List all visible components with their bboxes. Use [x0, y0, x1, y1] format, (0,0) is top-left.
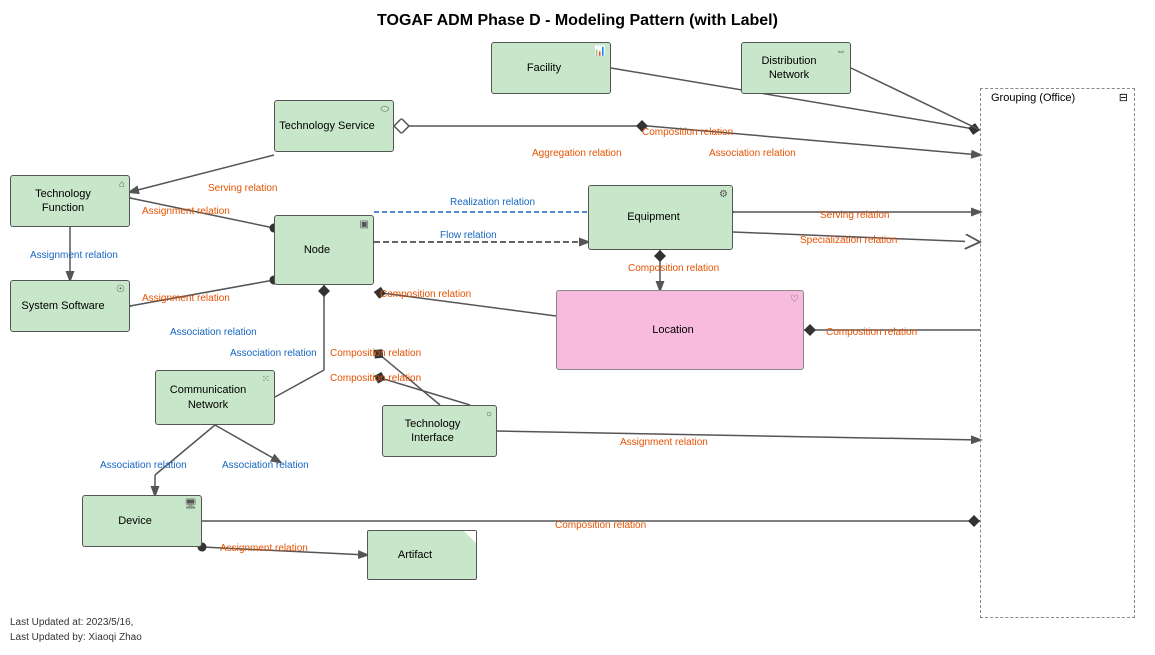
diagram-container: TOGAF ADM Phase D - Modeling Pattern (wi… — [0, 0, 1155, 655]
composition-rel-2: Composition relation — [380, 289, 471, 300]
serving-rel-2: Serving relation — [820, 210, 889, 221]
composition-rel-3: Composition relation — [628, 263, 719, 274]
technology-function-node[interactable]: Technology Function ⌂ — [10, 175, 130, 227]
association-rel-4: Association relation — [100, 460, 187, 471]
equipment-icon: ⚙ — [719, 189, 728, 200]
association-rel-3: Association relation — [230, 348, 317, 359]
assignment-rel-5: Assignment relation — [30, 250, 118, 261]
composition-rel-7: Composition relation — [555, 520, 646, 531]
equipment-node[interactable]: Equipment ⚙ — [588, 185, 733, 250]
composition-rel-4: Composition relation — [826, 327, 917, 338]
assignment-rel-4: Assignment relation — [220, 543, 308, 554]
grouping-box: Grouping (Office) ⊟ — [980, 88, 1135, 618]
interface-icon: ○ — [486, 409, 492, 420]
realization-rel: Realization relation — [450, 197, 535, 208]
location-icon: ♡ — [790, 294, 799, 305]
device-node[interactable]: Device 🖥 — [82, 495, 202, 547]
flow-rel: Flow relation — [440, 230, 497, 241]
serving-rel-1: Serving relation — [208, 183, 277, 194]
distribution-network-node[interactable]: Distribution Network ⇔ — [741, 42, 851, 94]
communication-network-node[interactable]: Communication Network ⁙ — [155, 370, 275, 425]
association-rel-5: Association relation — [222, 460, 309, 471]
node-node[interactable]: Node ▣ — [274, 215, 374, 285]
node-icon: ▣ — [360, 219, 369, 230]
system-software-node[interactable]: System Software ☉ — [10, 280, 130, 332]
distribution-icon: ⇔ — [836, 46, 846, 57]
system-icon: ☉ — [116, 284, 125, 295]
location-node[interactable]: Location ♡ — [556, 290, 804, 370]
aggregation-rel: Aggregation relation — [532, 148, 622, 159]
assignment-rel-3: Assignment relation — [620, 437, 708, 448]
footer-line2: Last Updated by: Xiaoqi Zhao — [10, 630, 142, 645]
grouping-icon: ⊟ — [1119, 91, 1128, 104]
composition-rel-5: Composition relation — [330, 348, 421, 359]
assignment-rel-2: Assignment relation — [142, 293, 230, 304]
technology-service-node[interactable]: Technology Service ⬭ — [274, 100, 394, 152]
specialization-rel: Specialization relation — [800, 235, 897, 246]
facility-icon: 📊 — [594, 46, 606, 57]
assignment-rel-1: Assignment relation — [142, 206, 230, 217]
facility-node[interactable]: Facility 📊 — [491, 42, 611, 94]
association-rel-2: Association relation — [170, 327, 257, 338]
service-icon: ⬭ — [380, 104, 389, 115]
grouping-label: Grouping (Office) — [987, 92, 1079, 104]
technology-interface-node[interactable]: Technology Interface ○ — [382, 405, 497, 457]
function-icon: ⌂ — [119, 179, 125, 190]
footer: Last Updated at: 2023/5/16, Last Updated… — [10, 615, 142, 645]
artifact-node[interactable]: Artifact — [367, 530, 477, 580]
association-rel-1: Association relation — [709, 148, 796, 159]
footer-line1: Last Updated at: 2023/5/16, — [10, 615, 142, 630]
device-icon: 🖥 — [184, 499, 197, 510]
communication-icon: ⁙ — [262, 374, 270, 385]
diagram-title: TOGAF ADM Phase D - Modeling Pattern (wi… — [0, 0, 1155, 30]
composition-rel-1: Composition relation — [642, 127, 733, 138]
composition-rel-6: Composition relation — [330, 373, 421, 384]
